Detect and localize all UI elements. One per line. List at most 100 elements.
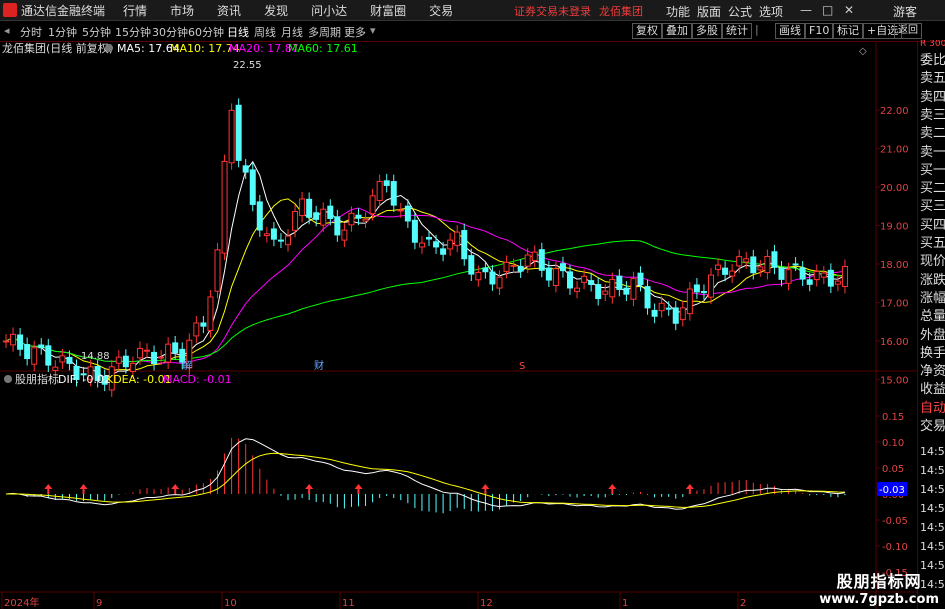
- collapse-icon[interactable]: ◂: [4, 24, 10, 37]
- chart-menu-icon[interactable]: ◇: [859, 46, 867, 57]
- candle-body: [277, 239, 284, 242]
- period-toolbar: ◂ 分时 1分钟 5分钟 15分钟 30分钟 60分钟 日线 周线 月线 多周期…: [0, 21, 945, 42]
- stats-button[interactable]: 统计: [722, 23, 752, 39]
- period-15min[interactable]: 15分钟: [115, 24, 151, 40]
- menu-wealth[interactable]: 财富圈: [370, 2, 406, 19]
- menu-news[interactable]: 资讯: [217, 2, 241, 19]
- app-logo-icon: [3, 3, 17, 17]
- draw-line-button[interactable]: 画线: [775, 23, 805, 39]
- dropdown-arrow-icon[interactable]: ▾: [370, 24, 376, 37]
- period-weekly[interactable]: 周线: [254, 24, 276, 40]
- candle-body: [559, 263, 566, 272]
- candle-body: [433, 241, 440, 248]
- date-tick-label: 12: [480, 598, 493, 609]
- buy-arrow-icon: [79, 484, 88, 494]
- candle-body: [524, 254, 531, 267]
- kdea-label: KDEA: -0.01: [106, 373, 172, 386]
- candle-body: [172, 342, 179, 354]
- price-tick-label: 19.00: [880, 222, 909, 233]
- side-panel-item: 卖四: [920, 89, 945, 105]
- candle-body: [369, 195, 376, 215]
- candle-body: [482, 267, 489, 273]
- candle-body: [771, 251, 778, 268]
- trade-time-item: 14:56: [920, 540, 945, 553]
- buy-arrow-icon: [171, 484, 180, 494]
- menu-function[interactable]: 功能: [666, 3, 690, 20]
- guest-login[interactable]: 游客: [893, 3, 917, 20]
- unlock-marker[interactable]: 解: [182, 359, 192, 372]
- price-axis: 22.00 21.00 20.00 19.00 18.00 17.00 16.00 15.00: [876, 106, 909, 387]
- adjust-button[interactable]: 复权: [632, 23, 662, 39]
- menu-options[interactable]: 选项: [759, 3, 783, 20]
- menu-quotes[interactable]: 行情: [123, 2, 147, 19]
- signal-marker[interactable]: S: [519, 361, 525, 372]
- maximize-button[interactable]: □: [822, 3, 833, 17]
- period-5min[interactable]: 5分钟: [82, 24, 111, 40]
- indicator-lines: [5, 438, 845, 510]
- f10-button[interactable]: F10: [805, 23, 834, 39]
- minimize-button[interactable]: —: [800, 3, 812, 17]
- date-tick-label: 11: [342, 598, 355, 609]
- candle-body: [827, 269, 834, 287]
- candle-body: [362, 218, 369, 222]
- price-tick-label: 16.00: [880, 337, 909, 348]
- period-monthly[interactable]: 月线: [281, 24, 303, 40]
- indicator-tick-label: -0.05: [882, 516, 908, 527]
- period-intraday[interactable]: 分时: [20, 24, 42, 40]
- candle-body: [630, 278, 637, 300]
- menu-layout[interactable]: 版面: [697, 3, 721, 20]
- period-30min[interactable]: 30分钟: [152, 24, 188, 40]
- kline-chart[interactable]: 龙佰集团(日线 前复权) MA5: 17.64 MA10: 17.74 MA20…: [0, 42, 917, 609]
- trade-login-notice[interactable]: 证券交易未登录 龙佰集团: [514, 3, 643, 19]
- buy-arrow-icon: [44, 484, 53, 494]
- macd-label: MACD: -0.01: [163, 373, 232, 386]
- candle-body: [348, 212, 355, 226]
- period-daily[interactable]: 日线: [227, 24, 249, 40]
- menu-discover[interactable]: 发现: [264, 2, 288, 19]
- candle-body: [461, 230, 468, 260]
- candle-body: [447, 239, 454, 250]
- multi-stock-button[interactable]: 多股: [692, 23, 722, 39]
- side-panel-item: 涨跌: [920, 272, 945, 288]
- candle-body: [45, 345, 52, 366]
- side-panel-item[interactable]: 交易: [920, 415, 945, 434]
- menu-ask[interactable]: 问小达: [311, 2, 347, 19]
- candle-body: [595, 284, 602, 300]
- dif-label: DIF: -0.02: [58, 373, 111, 386]
- candle-body: [418, 242, 425, 248]
- period-60min[interactable]: 60分钟: [188, 24, 224, 40]
- close-button[interactable]: ✕: [844, 3, 854, 17]
- ma60-line: [5, 239, 845, 363]
- candle-body: [700, 290, 707, 294]
- site-watermark: 股朋指标网 www.7gpzb.com: [819, 568, 939, 607]
- side-panel-item: 卖二: [920, 126, 945, 142]
- candle-body: [672, 307, 679, 324]
- menu-market[interactable]: 市场: [170, 2, 194, 19]
- candle-body: [376, 180, 383, 201]
- candle-body: [334, 216, 341, 236]
- candle-body: [750, 256, 757, 274]
- side-panel-item[interactable]: 自动: [920, 397, 945, 416]
- menu-formula[interactable]: 公式: [728, 3, 752, 20]
- main-chart-title: 龙佰集团(日线 前复权): [2, 42, 113, 55]
- overlay-button[interactable]: 叠加: [662, 23, 692, 39]
- candle-body: [249, 169, 256, 205]
- back-button[interactable]: 返回: [894, 23, 922, 39]
- period-1min[interactable]: 1分钟: [48, 24, 77, 40]
- period-multi[interactable]: 多周期: [308, 24, 341, 40]
- finance-marker[interactable]: 财: [314, 359, 324, 372]
- side-panel-item: 现价: [920, 254, 945, 270]
- date-tick-label: 1: [622, 598, 628, 609]
- candle-body: [397, 209, 404, 212]
- candle-body: [235, 104, 242, 161]
- indicator-settings-icon[interactable]: [4, 375, 12, 383]
- candle-body: [834, 280, 841, 285]
- buy-arrow-icon: [354, 484, 363, 494]
- mark-button[interactable]: 标记: [833, 23, 863, 39]
- candle-body: [567, 271, 573, 289]
- period-more[interactable]: 更多: [344, 24, 366, 40]
- high-price-label: 22.55: [233, 60, 262, 71]
- candle-body: [263, 233, 270, 237]
- menu-trade[interactable]: 交易: [429, 2, 453, 19]
- settings-icon[interactable]: [105, 44, 113, 52]
